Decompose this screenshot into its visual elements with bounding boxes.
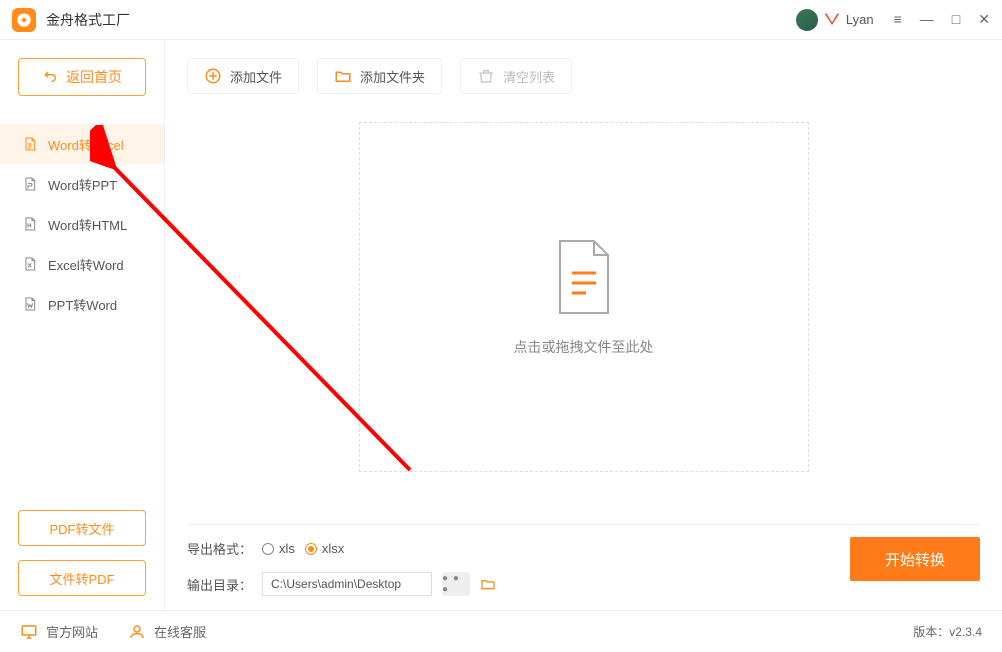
radio-xlsx[interactable]: xlsx bbox=[305, 541, 344, 556]
user-area[interactable]: Lyan bbox=[796, 9, 874, 31]
username: Lyan bbox=[846, 12, 874, 27]
official-site-link[interactable]: 官方网站 bbox=[20, 622, 98, 641]
close-icon[interactable]: ✕ bbox=[978, 11, 990, 28]
output-dir-row: 输出目录： C:\Users\admin\Desktop ● ● ● bbox=[187, 572, 496, 596]
monitor-icon bbox=[20, 623, 38, 641]
add-file-button[interactable]: 添加文件 bbox=[187, 58, 299, 94]
file-to-pdf-button[interactable]: 文件转PDF bbox=[18, 560, 146, 596]
maximize-icon[interactable]: □ bbox=[952, 11, 960, 28]
export-format-label: 导出格式： bbox=[187, 539, 252, 558]
document-h-icon bbox=[22, 216, 38, 232]
dropzone-hint: 点击或拖拽文件至此处 bbox=[514, 337, 654, 357]
radio-xls[interactable]: xls bbox=[262, 541, 295, 556]
toolbar: 添加文件 添加文件夹 清空列表 bbox=[187, 58, 980, 94]
radio-icon bbox=[305, 543, 317, 555]
app-title: 金舟格式工厂 bbox=[46, 10, 796, 30]
browse-button[interactable]: ● ● ● bbox=[442, 572, 470, 596]
output-dir-label: 输出目录： bbox=[187, 575, 252, 594]
sidebar-item-excel-to-word[interactable]: Excel转Word bbox=[0, 244, 164, 284]
version-text: 版本：v2.3.4 bbox=[913, 623, 982, 640]
minimize-icon[interactable]: — bbox=[920, 11, 934, 28]
online-service-link[interactable]: 在线客服 bbox=[128, 622, 206, 641]
output-dir-path[interactable]: C:\Users\admin\Desktop bbox=[262, 572, 432, 596]
document-e-icon bbox=[22, 136, 38, 152]
open-folder-icon[interactable] bbox=[480, 576, 496, 592]
sidebar-item-label: Word转HTML bbox=[48, 215, 127, 234]
headset-icon bbox=[128, 623, 146, 641]
add-folder-button[interactable]: 添加文件夹 bbox=[317, 58, 442, 94]
menu-icon[interactable]: ≡ bbox=[894, 11, 902, 28]
vip-badge-icon bbox=[824, 11, 840, 28]
trash-icon bbox=[477, 67, 495, 85]
document-lines-icon bbox=[552, 237, 616, 317]
start-convert-button[interactable]: 开始转换 bbox=[850, 537, 980, 581]
document-x-icon bbox=[22, 256, 38, 272]
back-home-button[interactable]: 返回首页 bbox=[18, 58, 146, 96]
sidebar-item-word-to-excel[interactable]: Word转Excel bbox=[0, 124, 164, 164]
app-logo-icon bbox=[12, 8, 36, 32]
sidebar-item-label: Word转Excel bbox=[48, 135, 124, 154]
radio-icon bbox=[262, 543, 274, 555]
sidebar: 返回首页 Word转Excel Word转PPT Word转HTML Excel… bbox=[0, 40, 165, 610]
plus-circle-icon bbox=[204, 67, 222, 85]
content-area: 添加文件 添加文件夹 清空列表 点击或拖拽文件至此处 bbox=[165, 40, 1002, 610]
pdf-to-file-button[interactable]: PDF转文件 bbox=[18, 510, 146, 546]
main-area: 返回首页 Word转Excel Word转PPT Word转HTML Excel… bbox=[0, 40, 1002, 610]
export-format-row: 导出格式： xls xlsx bbox=[187, 539, 496, 558]
footer: 官方网站 在线客服 版本：v2.3.4 bbox=[0, 610, 1002, 652]
sidebar-item-ppt-to-word[interactable]: PPT转Word bbox=[0, 284, 164, 324]
back-icon bbox=[42, 68, 58, 87]
sidebar-item-word-to-html[interactable]: Word转HTML bbox=[0, 204, 164, 244]
clear-list-button[interactable]: 清空列表 bbox=[460, 58, 572, 94]
window-controls: ≡ — □ ✕ bbox=[894, 11, 990, 28]
avatar bbox=[796, 9, 818, 31]
document-w-icon bbox=[22, 296, 38, 312]
title-bar: 金舟格式工厂 Lyan ≡ — □ ✕ bbox=[0, 0, 1002, 40]
dropzone[interactable]: 点击或拖拽文件至此处 bbox=[359, 122, 809, 472]
folder-icon bbox=[334, 67, 352, 85]
document-p-icon bbox=[22, 176, 38, 192]
sidebar-item-label: Word转PPT bbox=[48, 175, 117, 194]
bottom-panel: 导出格式： xls xlsx 输出目录： C:\Users\admin\Desk… bbox=[187, 524, 980, 610]
sidebar-item-label: Excel转Word bbox=[48, 255, 124, 274]
sidebar-item-word-to-ppt[interactable]: Word转PPT bbox=[0, 164, 164, 204]
back-home-label: 返回首页 bbox=[66, 67, 122, 87]
sidebar-item-label: PPT转Word bbox=[48, 295, 117, 314]
